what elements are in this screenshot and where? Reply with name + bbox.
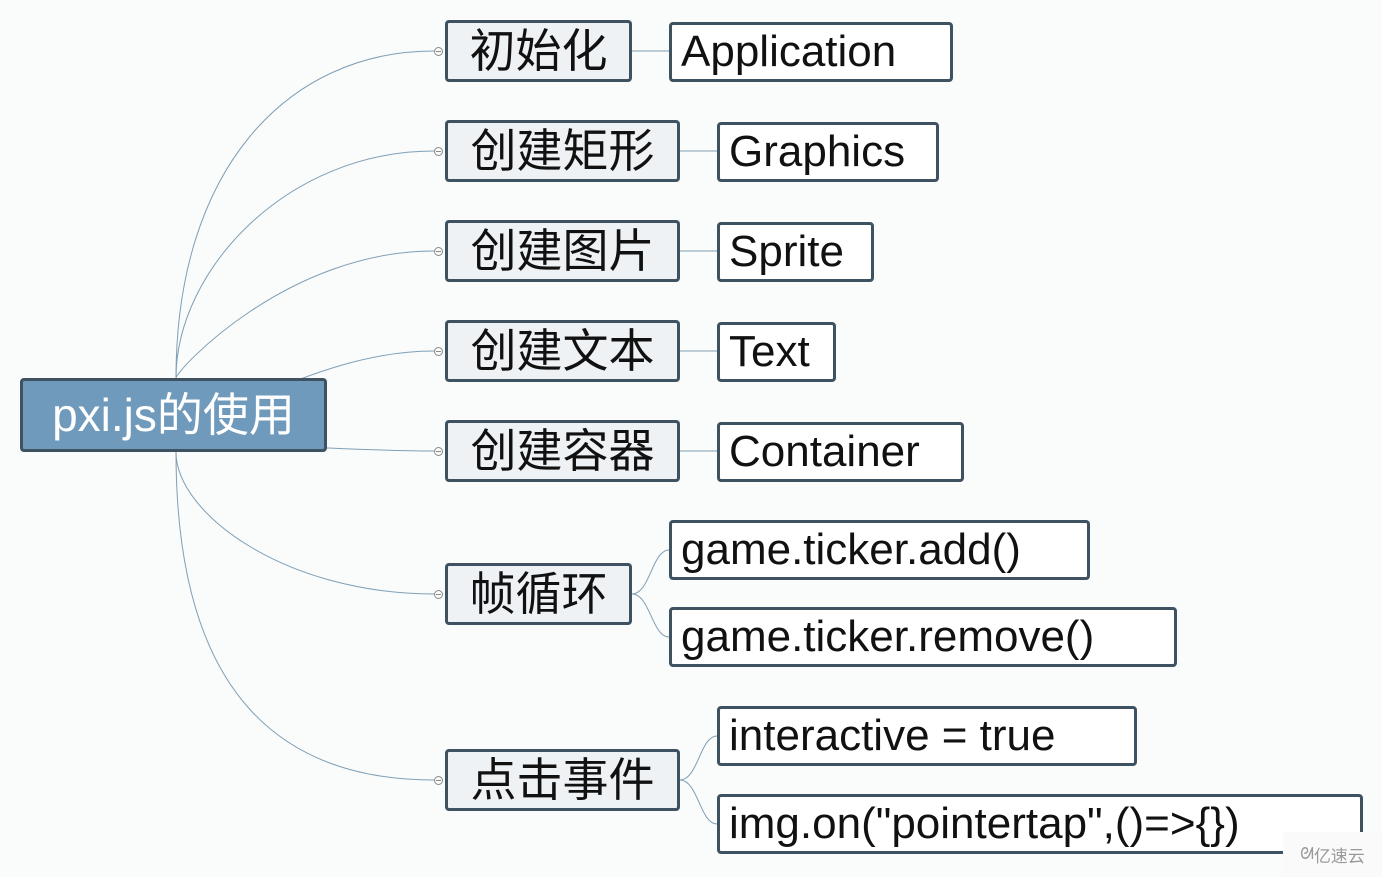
collapse-toggle-icon[interactable] <box>434 776 443 785</box>
collapse-toggle-icon[interactable] <box>434 47 443 56</box>
leaf-link <box>631 593 670 638</box>
collapse-toggle-icon[interactable] <box>434 590 443 599</box>
leaf-label: game.ticker.add() <box>681 525 1021 574</box>
cloud-logo-icon: ᘛ <box>1300 845 1314 863</box>
branch-label: 点击事件 <box>470 754 655 806</box>
leaf-label: interactive = true <box>729 711 1056 760</box>
branch-label: 创建图片 <box>470 225 655 277</box>
leaf-label: img.on("pointertap",()=>{}) <box>729 799 1240 848</box>
leaf-link <box>679 735 718 781</box>
leaf-label: Graphics <box>729 127 906 176</box>
branch-label: 初始化 <box>469 25 608 77</box>
root-link <box>175 451 435 781</box>
root-topic-label: pxi.js的使用 <box>52 389 295 441</box>
watermark: ᘛ 亿速云 <box>1283 832 1382 877</box>
root-link <box>175 451 435 595</box>
branch-label: 创建文本 <box>470 325 655 377</box>
leaf-label: Text <box>729 327 810 376</box>
collapse-toggle-icon[interactable] <box>434 347 443 356</box>
root-link <box>175 250 435 379</box>
leaf-topic-ticker-add[interactable]: game.ticker.add() <box>669 520 1090 580</box>
branch-label: 创建矩形 <box>470 125 655 177</box>
leaf-topic-text[interactable]: Text <box>717 322 836 382</box>
leaf-label: game.ticker.remove() <box>681 612 1095 661</box>
leaf-topic-ticker-remove[interactable]: game.ticker.remove() <box>669 607 1177 667</box>
branch-topic-create-rect[interactable]: 创建矩形 <box>445 120 680 182</box>
collapse-toggle-icon[interactable] <box>434 247 443 256</box>
root-topic[interactable]: pxi.js的使用 <box>20 378 327 452</box>
leaf-label: Sprite <box>729 227 844 276</box>
branch-topic-create-container[interactable]: 创建容器 <box>445 420 680 482</box>
leaf-topic-application[interactable]: Application <box>669 22 953 82</box>
branch-label: 帧循环 <box>469 568 608 620</box>
leaf-topic-interactive[interactable]: interactive = true <box>717 706 1137 766</box>
branch-topic-create-text[interactable]: 创建文本 <box>445 320 680 382</box>
leaf-link <box>679 779 718 825</box>
leaf-topic-container[interactable]: Container <box>717 422 964 482</box>
leaf-label: Application <box>681 27 897 76</box>
watermark-text: 亿速云 <box>1313 847 1365 866</box>
branch-topic-create-image[interactable]: 创建图片 <box>445 220 680 282</box>
root-link <box>175 50 435 379</box>
root-link <box>175 150 435 379</box>
leaf-link <box>631 549 670 595</box>
collapse-toggle-icon[interactable] <box>434 447 443 456</box>
branch-topic-click-event[interactable]: 点击事件 <box>445 749 680 811</box>
branch-topic-frame-loop[interactable]: 帧循环 <box>445 563 632 625</box>
leaf-label: Container <box>729 427 920 476</box>
leaf-topic-sprite[interactable]: Sprite <box>717 222 874 282</box>
collapse-toggle-icon[interactable] <box>434 147 443 156</box>
leaf-topic-graphics[interactable]: Graphics <box>717 122 939 182</box>
root-link <box>326 447 435 452</box>
branch-topic-init[interactable]: 初始化 <box>445 20 632 82</box>
branch-label: 创建容器 <box>470 425 655 477</box>
leaf-topic-pointertap[interactable]: img.on("pointertap",()=>{}) <box>717 794 1363 854</box>
